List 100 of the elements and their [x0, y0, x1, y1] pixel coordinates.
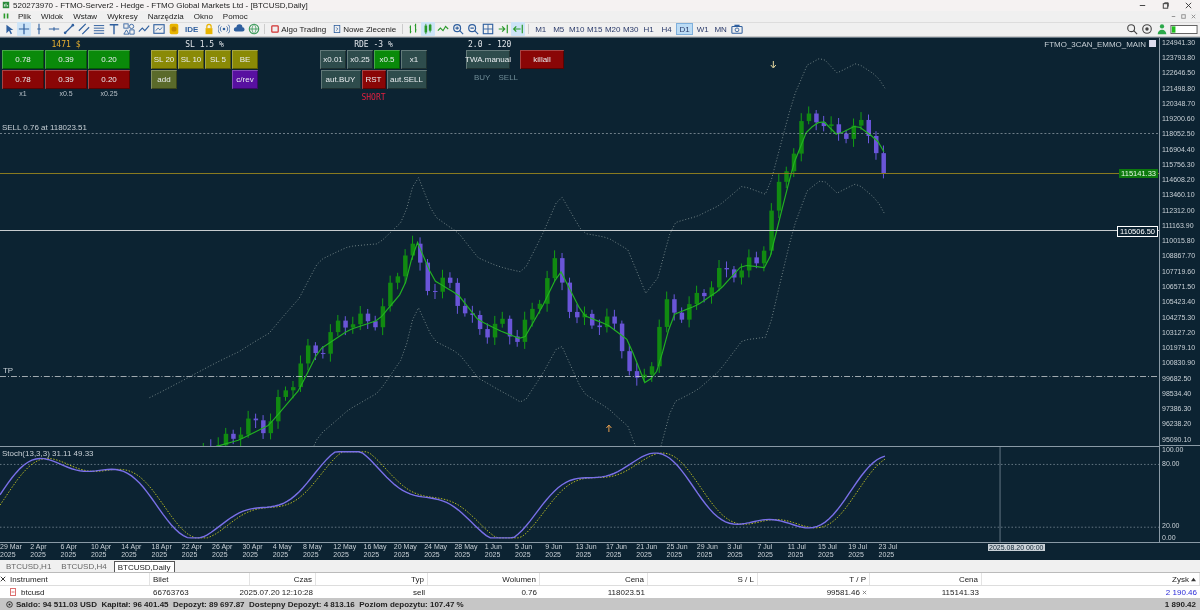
- menu-item[interactable]: Widok: [35, 11, 69, 21]
- timeframe-button[interactable]: M30: [622, 23, 640, 36]
- channel-icon[interactable]: [77, 22, 91, 37]
- timeframe-button[interactable]: D1: [676, 23, 694, 36]
- menu-item[interactable]: Wykresy: [102, 11, 143, 21]
- tp-label: TP: [3, 365, 14, 375]
- timeframe-button[interactable]: MN: [712, 23, 730, 36]
- document-icon: [333, 25, 342, 34]
- range-label: 2.0 - 120: [467, 38, 512, 50]
- remove-icon[interactable]: [862, 589, 867, 595]
- text-tool-icon[interactable]: [107, 22, 121, 37]
- table-cell: btcusd: [21, 587, 45, 597]
- column-header[interactable]: Wolumen: [502, 574, 536, 584]
- lot-button[interactable]: 0.78: [2, 69, 44, 89]
- risk-label: RDE -3 %: [354, 38, 393, 50]
- table-cell: sell: [413, 587, 425, 597]
- menu-item[interactable]: Wstaw: [68, 11, 103, 21]
- restore-icon[interactable]: [1161, 0, 1170, 10]
- multiplier-button[interactable]: x0.01: [320, 49, 346, 69]
- algo-trading-button[interactable]: Algo Trading: [268, 23, 330, 36]
- table-cell: 118023.51: [607, 587, 645, 597]
- table-cell: 115141.33: [941, 587, 979, 597]
- timeframe-button[interactable]: M20: [604, 23, 622, 36]
- trend-line-icon[interactable]: [62, 22, 76, 37]
- connection-bar-icon: [1170, 24, 1198, 34]
- settings-icon[interactable]: [1140, 22, 1154, 37]
- stop-icon: [271, 25, 280, 34]
- column-header[interactable]: Bilet: [153, 574, 169, 584]
- balance-label: 1471 $: [51, 38, 81, 50]
- close-icon[interactable]: [1184, 0, 1193, 10]
- manual-button[interactable]: killall: [520, 49, 564, 69]
- timeframe-button[interactable]: H1: [640, 23, 658, 36]
- column-header[interactable]: Typ: [411, 574, 424, 584]
- chart-tab[interactable]: BTCUSD,H1: [3, 561, 55, 572]
- timeframe-button[interactable]: H4: [658, 23, 676, 36]
- stop-loss-button[interactable]: c/rev: [232, 69, 258, 89]
- stop-loss-button[interactable]: add: [151, 69, 177, 89]
- zoom-in-icon[interactable]: [451, 22, 466, 37]
- candle-chart-icon[interactable]: [421, 22, 436, 37]
- total-profit: 1 890.42: [1164, 599, 1196, 609]
- column-header[interactable]: Zysk: [1172, 574, 1189, 584]
- multiplier-button[interactable]: x0.5: [374, 49, 400, 69]
- multiplier-button[interactable]: x0.25: [347, 49, 373, 69]
- search-icon[interactable]: [1125, 22, 1139, 37]
- signal-icon[interactable]: [217, 22, 232, 37]
- menu-item[interactable]: Okno: [188, 11, 218, 21]
- lot-button[interactable]: 0.20: [88, 49, 130, 69]
- zoom-out-icon[interactable]: [466, 22, 481, 37]
- menu-item[interactable]: Narzędzia: [142, 11, 189, 21]
- down-arrow-icon: [770, 60, 777, 69]
- menu-item[interactable]: Pomoc: [217, 11, 253, 21]
- lot-button[interactable]: 0.39: [45, 49, 87, 69]
- app-icon: [2, 1, 10, 10]
- column-header[interactable]: Czas: [293, 574, 312, 584]
- autoscroll-icon[interactable]: [511, 22, 526, 37]
- crosshair-icon[interactable]: [17, 22, 31, 37]
- direction-status: SHORT: [361, 92, 386, 102]
- close-icon[interactable]: [0, 576, 6, 582]
- manual-button[interactable]: TWA.manual: [466, 49, 510, 69]
- new-order-button[interactable]: Nowe Zlecenie: [330, 23, 400, 36]
- shapes-icon[interactable]: [122, 22, 136, 37]
- chart-tab[interactable]: BTCUSD,Daily: [113, 561, 175, 572]
- timeframe-button[interactable]: M5: [550, 23, 568, 36]
- chart-icon: [2, 12, 10, 21]
- column-header[interactable]: Instrument: [10, 574, 48, 584]
- stop-loss-label: SL 1.5 %: [185, 38, 224, 50]
- lot-button[interactable]: 0.39: [45, 69, 87, 89]
- action-button[interactable]: RST: [361, 69, 386, 89]
- column-header[interactable]: T / P: [849, 574, 866, 584]
- indicator-label: FTMO_3CAN_EMMO_MAIN: [1044, 39, 1147, 49]
- lot-button[interactable]: 0.20: [88, 69, 130, 89]
- action-button[interactable]: aut.SELL: [386, 69, 427, 89]
- timeframe-button[interactable]: M10: [568, 23, 586, 36]
- lot-button[interactable]: 0.78: [2, 49, 44, 69]
- chart-tab[interactable]: BTCUSD,H4: [58, 561, 110, 572]
- coin-icon[interactable]: [167, 22, 181, 37]
- account-summary: Saldo: 94 511.03 USD Kapitał: 96 401.45 Depozyt: 89 697.87 Dostepny Depozyt: 4 813.16 Poziom depozytu: 107.47 %: [16, 599, 464, 609]
- fibonacci-icon[interactable]: [92, 22, 106, 37]
- sort-icon[interactable]: [1191, 576, 1196, 582]
- action-button[interactable]: aut.BUY: [320, 69, 361, 89]
- grid-icon[interactable]: [481, 22, 496, 37]
- table-cell: 99581.46: [826, 587, 860, 597]
- table-cell: 2025.07.20 12:10:28: [239, 587, 313, 597]
- menu-item[interactable]: Plik: [13, 11, 36, 21]
- camera-icon[interactable]: [730, 22, 745, 37]
- account-icon: [6, 600, 13, 608]
- timeframe-button[interactable]: M1: [532, 23, 550, 36]
- ide-button[interactable]: IDE: [182, 23, 202, 36]
- table-cell: 66763763: [153, 587, 189, 597]
- timeframe-button[interactable]: W1: [694, 23, 712, 36]
- template-icon[interactable]: [152, 22, 166, 37]
- timeframe-button[interactable]: M15: [586, 23, 604, 36]
- column-header[interactable]: Cena: [958, 574, 978, 584]
- table-cell: 2 190.46: [1165, 587, 1197, 597]
- column-header[interactable]: Cena: [624, 574, 644, 584]
- table-cell: 0.76: [521, 587, 537, 597]
- globe-icon[interactable]: [247, 22, 262, 37]
- position-label: SELL 0.76 at 118023.51: [2, 122, 87, 132]
- multiplier-button[interactable]: x1: [401, 49, 427, 69]
- column-header[interactable]: S / L: [737, 574, 754, 584]
